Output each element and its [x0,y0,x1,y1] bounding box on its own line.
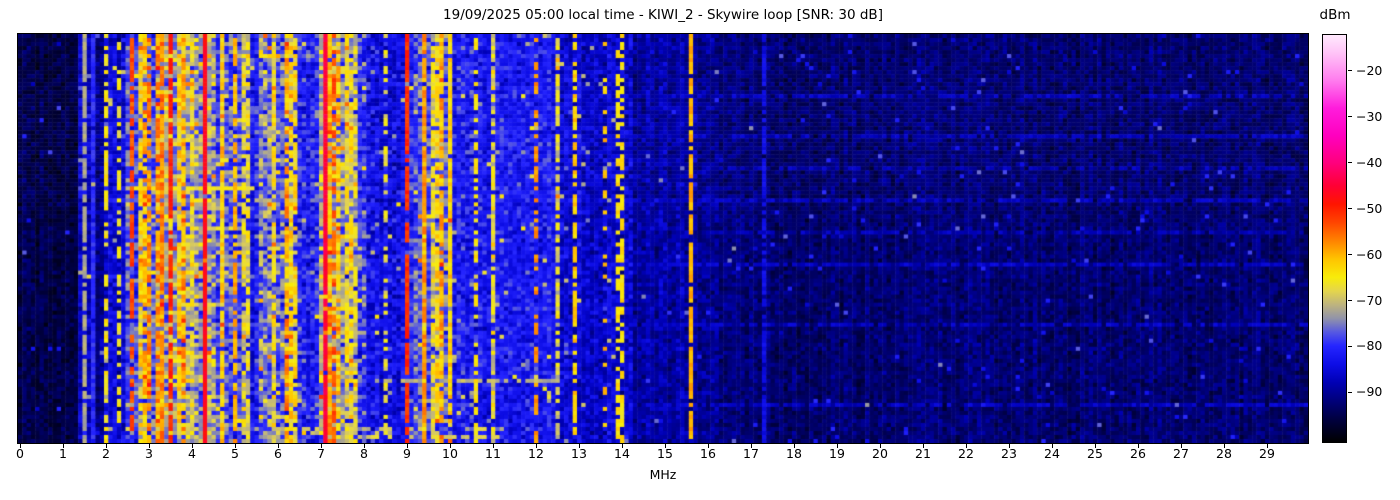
x-tick-label: 19 [829,446,845,461]
x-tick-label: 7 [317,446,325,461]
x-tick-label: 6 [274,446,282,461]
colorbar-tick-label: −70 [1356,292,1383,308]
x-tick-label: 9 [403,446,411,461]
colorbar-tick-label: −30 [1356,108,1383,124]
x-tick-label: 4 [188,446,196,461]
x-tick-label: 0 [16,446,24,461]
x-tick-label: 10 [442,446,458,461]
colorbar-tick-mark [1348,116,1352,118]
x-tick-label: 15 [657,446,673,461]
chart-title: 19/09/2025 05:00 local time - KIWI_2 - S… [443,7,883,23]
colorbar-tick-label: −50 [1356,200,1383,216]
colorbar-tick-label: −80 [1356,338,1383,354]
colorbar-tick-mark [1348,345,1352,347]
waterfall-canvas [17,33,1309,444]
colorbar-tick-mark [1348,208,1352,210]
colorbar-tick-mark [1348,70,1352,72]
x-tick-label: 3 [145,446,153,461]
x-tick-label: 5 [231,446,239,461]
colorbar-tick-mark [1348,162,1352,164]
x-tick-label: 21 [915,446,931,461]
x-tick-label: 17 [743,446,759,461]
x-tick-label: 28 [1216,446,1232,461]
x-axis-label: MHz [649,467,677,482]
spectrogram-figure: 19/09/2025 05:00 local time - KIWI_2 - S… [0,0,1400,500]
colorbar-tick-mark [1348,300,1352,302]
colorbar-gradient [1322,34,1347,443]
colorbar-tick-label: −40 [1356,154,1383,170]
x-tick-label: 26 [1130,446,1146,461]
x-tick-label: 11 [485,446,501,461]
x-tick-label: 23 [1001,446,1017,461]
x-tick-label: 16 [700,446,716,461]
x-tick-label: 14 [614,446,630,461]
colorbar-tick-label: −20 [1356,62,1383,78]
x-tick-label: 29 [1259,446,1275,461]
x-tick-label: 22 [958,446,974,461]
x-tick-label: 20 [872,446,888,461]
x-tick-label: 2 [102,446,110,461]
colorbar-label: dBm [1319,7,1351,23]
colorbar-tick-mark [1348,254,1352,256]
x-tick-label: 25 [1087,446,1103,461]
x-tick-label: 24 [1044,446,1060,461]
x-tick-label: 18 [786,446,802,461]
x-tick-label: 8 [360,446,368,461]
colorbar-tick-label: −60 [1356,246,1383,262]
x-tick-label: 27 [1173,446,1189,461]
x-tick-label: 12 [528,446,544,461]
x-tick-label: 1 [59,446,67,461]
x-tick-label: 13 [571,446,587,461]
colorbar-tick-label: −90 [1356,384,1383,400]
colorbar-tick-mark [1348,391,1352,393]
